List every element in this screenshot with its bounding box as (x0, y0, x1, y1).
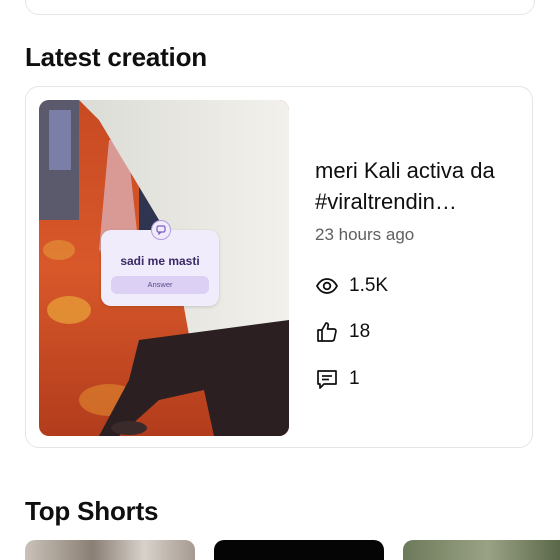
comments-count: 1 (349, 368, 360, 389)
video-thumbnail[interactable]: sadi me masti Answer (39, 100, 289, 436)
question-sticker-icon (151, 220, 171, 240)
previous-card[interactable] (25, 0, 535, 15)
latest-creation-heading: Latest creation (25, 42, 207, 72)
short-thumbnail[interactable] (403, 540, 560, 560)
sticker-answer-button: Answer (111, 276, 209, 294)
sticker-question-text: sadi me masti (120, 254, 200, 268)
video-age: 23 hours ago (315, 225, 415, 244)
likes-stat: 18 (315, 319, 370, 345)
thumbs-up-icon (315, 320, 339, 344)
video-title[interactable]: meri Kali activa da #viraltrendin… (315, 155, 525, 217)
top-shorts-heading: Top Shorts (25, 496, 159, 526)
channel-dashboard: Latest creation sadi me masti Answer mer… (0, 0, 560, 560)
short-thumbnail[interactable] (214, 540, 384, 560)
short-thumbnail[interactable] (25, 540, 195, 560)
views-stat: 1.5K (315, 273, 388, 299)
question-sticker: sadi me masti Answer (101, 220, 219, 306)
comment-icon (315, 367, 339, 391)
views-count: 1.5K (349, 275, 389, 296)
comments-stat: 1 (315, 366, 360, 392)
likes-count: 18 (349, 321, 371, 342)
latest-creation-card[interactable]: sadi me masti Answer meri Kali activa da… (25, 86, 533, 448)
eye-icon (315, 274, 339, 298)
